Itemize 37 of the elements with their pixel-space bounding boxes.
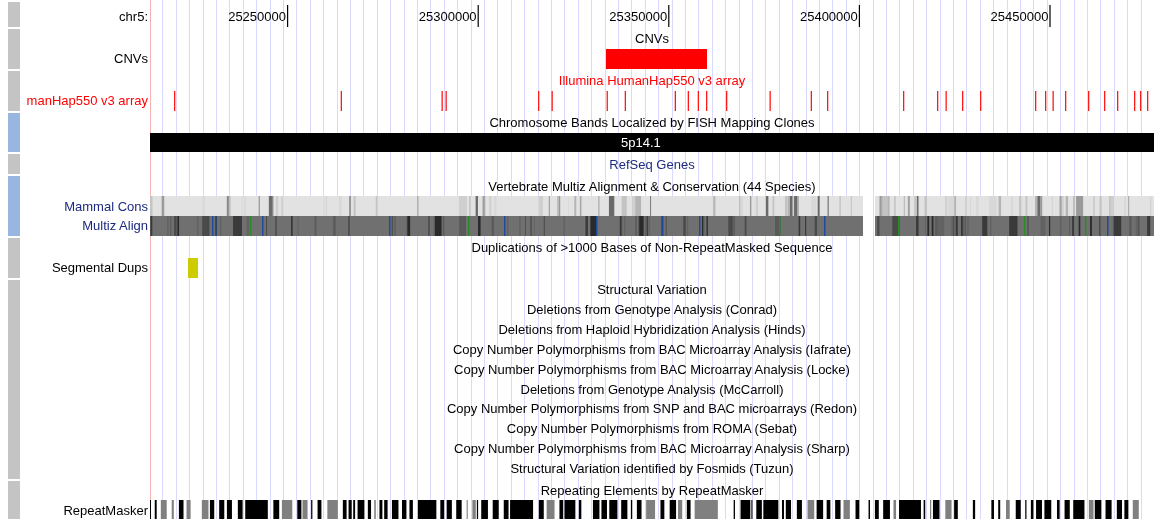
subtrack-title: Deletions from Genotype Analysis (Conrad) (527, 302, 777, 317)
subtrack-title: Copy Number Polymorphisms from BAC Microarray Analysis (Sharp) (454, 441, 850, 457)
track-title: Vertebrate Multiz Alignment & Conservation (44 Species) (488, 178, 816, 194)
subtrack-title: Copy Number Polymorphisms from BAC Microarray Analysis (Locke) (454, 361, 850, 377)
track-title: Duplications of >1000 Bases of Non-RepeatMasked Sequence (471, 240, 833, 256)
tick-mark (477, 5, 479, 27)
duplication-bar (188, 257, 198, 278)
subtrack-title: Copy Number Polymorphisms from ROMA (Sebat) (506, 421, 798, 437)
tick-mark (668, 5, 670, 27)
subtrack-title: Deletions from Genotype Analysis (McCarroll) (520, 381, 784, 397)
subtrack-title: Deletions from Haploid Hybridization Analysis (Hinds) (498, 321, 806, 337)
position-label: 25400000 (799, 9, 858, 24)
track-label[interactable]: Mammal Cons (64, 198, 148, 214)
position-label: 25350000 (609, 9, 668, 24)
subtrack-title: Copy Number Polymorphisms from BAC Microarray Analysis (Iafrate) (452, 341, 852, 357)
position-label: 25450000 (990, 9, 1049, 24)
track-title: Repeating Elements by RepeatMasker (540, 483, 764, 499)
track-label[interactable]: Segmental Dups (51, 260, 148, 276)
position-label: 25250000 (228, 9, 286, 24)
track-title: Chromosome Bands Localized by FISH Mapping Clones (489, 115, 815, 130)
tick-mark (287, 5, 289, 27)
tick-mark (1049, 5, 1051, 27)
subtrack-title: Structural Variation identified by Fosmids (Tuzun) (510, 461, 794, 477)
track-title: Illumina HumanHap550 v3 array (558, 73, 746, 89)
tick-mark (858, 5, 860, 27)
track-label[interactable]: Multiz Align (82, 218, 148, 234)
track-title: CNVs (635, 31, 669, 47)
track-label[interactable]: manHap550 v3 array (26, 93, 148, 109)
chromosome-label: chr5: (119, 9, 148, 24)
track-label[interactable]: RepeatMasker (63, 502, 148, 518)
track-title: RefSeq Genes (609, 156, 695, 172)
subtrack-title: Copy Number Polymorphisms from SNP and BAC microarrays (Redon) (446, 401, 858, 417)
chromosome-band: 5p14.1 (150, 132, 1154, 152)
track-title: Structural Variation (597, 282, 707, 298)
position-label: 25300000 (418, 9, 477, 24)
track-label[interactable]: CNVs (114, 51, 148, 67)
track-handle[interactable] (8, 2, 20, 27)
